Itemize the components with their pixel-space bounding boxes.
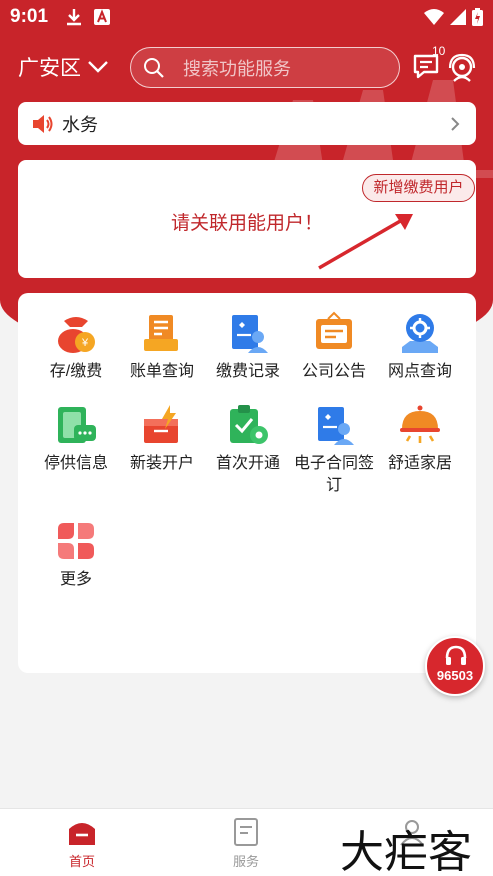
comfort-home-icon xyxy=(400,405,440,443)
tab-label: 服务 xyxy=(232,854,259,869)
customer-service-button[interactable] xyxy=(446,52,480,86)
message-button[interactable]: 10 xyxy=(412,44,445,84)
hotline-button[interactable]: 96503 xyxy=(425,636,485,696)
chevron-down-icon xyxy=(88,61,108,73)
tab-home[interactable]: 首页 xyxy=(42,817,122,870)
battery-icon xyxy=(472,8,483,26)
speaker-icon xyxy=(33,114,53,133)
status-time: 9:01 xyxy=(10,6,49,27)
wifi-icon xyxy=(424,9,444,25)
func-more[interactable]: 更多 xyxy=(32,519,120,591)
search-icon xyxy=(144,57,164,78)
money-bag-icon: ¥ xyxy=(58,317,95,353)
func-label: 网点查询 xyxy=(387,363,452,380)
new-account-icon xyxy=(144,405,178,443)
func-company-announcement[interactable]: 公司公告 xyxy=(290,311,378,383)
headset-icon xyxy=(445,645,467,665)
func-label: 停供信息 xyxy=(43,455,108,472)
district-label: 广安区 xyxy=(18,57,81,80)
signal-icon xyxy=(450,9,466,25)
func-label: 首次开通 xyxy=(215,455,280,472)
func-label: 更多 xyxy=(59,571,92,588)
func-bill-query[interactable]: 账单查询 xyxy=(118,311,206,383)
func-label: 缴费记录 xyxy=(215,363,280,380)
func-first-activation[interactable]: 首次开通 xyxy=(204,403,292,475)
download-icon xyxy=(67,9,82,26)
add-payment-user-button[interactable]: 新增缴费用户 xyxy=(362,174,475,202)
document-icon xyxy=(234,818,258,846)
tab-service[interactable]: 服务 xyxy=(206,817,286,870)
func-new-account[interactable]: 新装开户 xyxy=(118,403,206,475)
first-activation-icon xyxy=(230,405,268,444)
func-e-contract[interactable]: 电子合同签订 xyxy=(290,403,378,497)
payment-record-icon xyxy=(232,315,268,353)
hotline-number: 96503 xyxy=(436,668,474,683)
func-comfort-home[interactable]: 舒适家居 xyxy=(376,403,464,475)
func-label: 账单查询 xyxy=(129,363,194,380)
func-label: 舒适家居 xyxy=(387,455,452,472)
watermark-logo: 大疟客 xyxy=(340,827,472,876)
more-icon xyxy=(58,523,94,559)
func-payment-record[interactable]: 缴费记录 xyxy=(204,311,292,383)
func-outlet-query[interactable]: 网点查询 xyxy=(376,311,464,383)
func-label: 新装开户 xyxy=(129,455,194,472)
tab-label: 首页 xyxy=(68,854,95,869)
func-label: 存/缴费 xyxy=(49,363,103,380)
function-grid: ¥ 存/缴费 账单查询 缴费记录 公司公告 网点查询 停供信息 新装开户 首次开… xyxy=(18,293,476,673)
customer-service-icon xyxy=(448,53,476,82)
outage-info-icon xyxy=(58,407,96,443)
search-input[interactable]: 搜索功能服务 xyxy=(130,47,400,88)
func-label: 电子合同签订 xyxy=(293,455,374,494)
e-contract-icon xyxy=(318,407,354,445)
home-icon xyxy=(69,823,95,845)
header: 广安区 搜索功能服务 10 xyxy=(0,44,493,90)
bind-user-card: 新增缴费用户 请关联用能用户！ xyxy=(18,160,476,278)
func-outage-info[interactable]: 停供信息 xyxy=(32,403,120,475)
chevron-right-icon xyxy=(451,116,460,131)
bind-user-message: 请关联用能用户！ xyxy=(170,213,323,234)
location-icon xyxy=(402,314,438,353)
bill-icon xyxy=(144,315,178,351)
announcement-icon xyxy=(316,311,352,349)
func-label: 公司公告 xyxy=(301,363,366,380)
svg-text:¥: ¥ xyxy=(81,337,89,349)
notice-text: 水务 xyxy=(62,114,98,135)
district-selector[interactable]: 广安区 xyxy=(18,52,122,82)
font-a-icon xyxy=(94,9,111,25)
message-badge: 10 xyxy=(432,44,446,58)
search-placeholder: 搜索功能服务 xyxy=(183,58,291,79)
func-deposit-pay[interactable]: ¥ 存/缴费 xyxy=(32,311,120,383)
notice-bar[interactable]: 水务 xyxy=(18,102,476,145)
status-bar: 9:01 xyxy=(0,0,493,34)
